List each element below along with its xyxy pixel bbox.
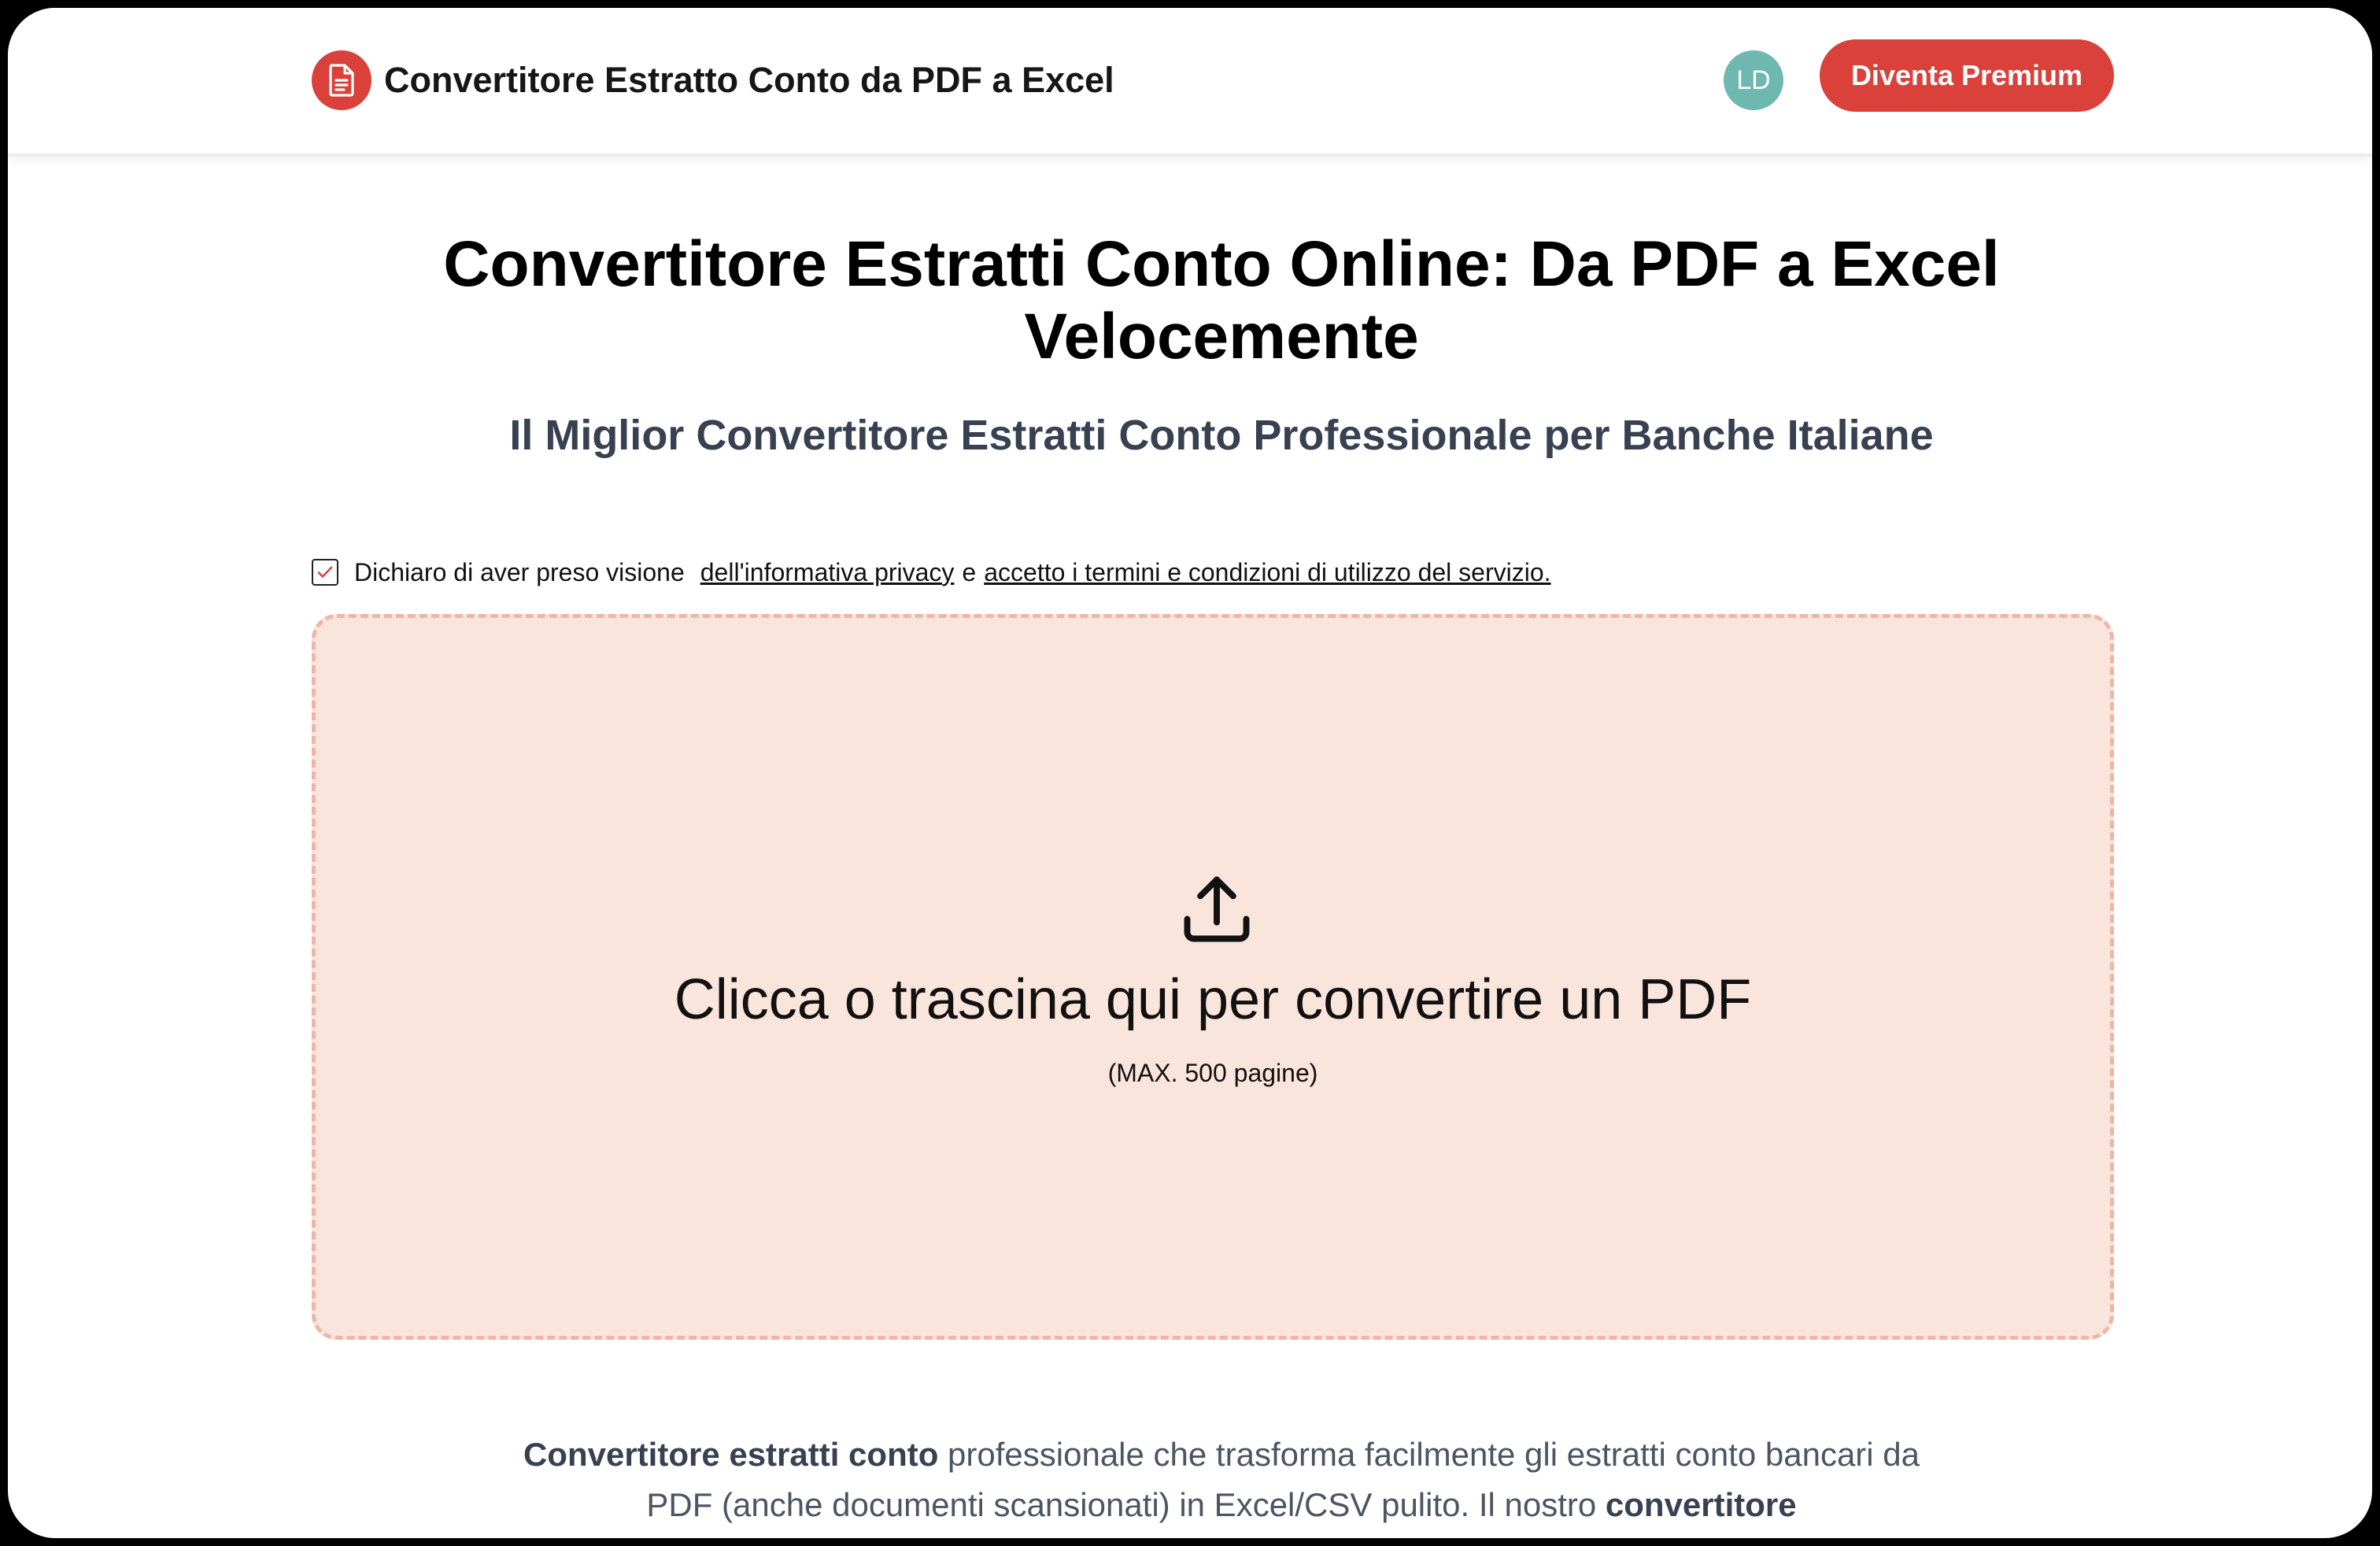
user-avatar[interactable]: LD (1724, 50, 1783, 110)
dropzone-limit-note: (MAX. 500 pagine) (1107, 1059, 1318, 1087)
brand-title[interactable]: Convertitore Estratto Conto da PDF a Exc… (384, 57, 1114, 104)
consent-checkbox[interactable] (312, 559, 338, 586)
intro-description: Convertitore estratti conto professional… (512, 1429, 1931, 1530)
pdf-dropzone[interactable]: Clicca o trascina qui per convertire un … (312, 614, 2114, 1340)
consent-conjunction: e (962, 557, 977, 586)
desc-bold-2: convertitore (1605, 1486, 1797, 1523)
upload-icon (1184, 876, 1250, 942)
dropzone-prompt: Clicca o trascina qui per convertire un … (674, 968, 1752, 1031)
desc-bold-1: Convertitore estratti conto (523, 1436, 939, 1473)
consent-text: Dichiaro di aver preso visione (354, 557, 685, 586)
checkmark-icon (317, 566, 333, 578)
terms-link[interactable]: accetto i termini e condizioni di utiliz… (984, 558, 1550, 587)
document-icon[interactable] (312, 50, 371, 110)
premium-button[interactable]: Diventa Premium (1820, 39, 2114, 112)
top-navbar: Convertitore Estratto Conto da PDF a Exc… (8, 8, 2372, 157)
consent-row: Dichiaro di aver preso visione dell'info… (312, 553, 1551, 592)
page-subtitle: Il Miglior Convertitore Estratti Conto P… (509, 412, 1934, 459)
privacy-link[interactable]: dell'informativa privacy (700, 558, 955, 587)
page-title: Convertitore Estratti Conto Online: Da P… (443, 228, 2000, 372)
browser-page: Convertitore Estratto Conto da PDF a Exc… (8, 8, 2372, 1538)
